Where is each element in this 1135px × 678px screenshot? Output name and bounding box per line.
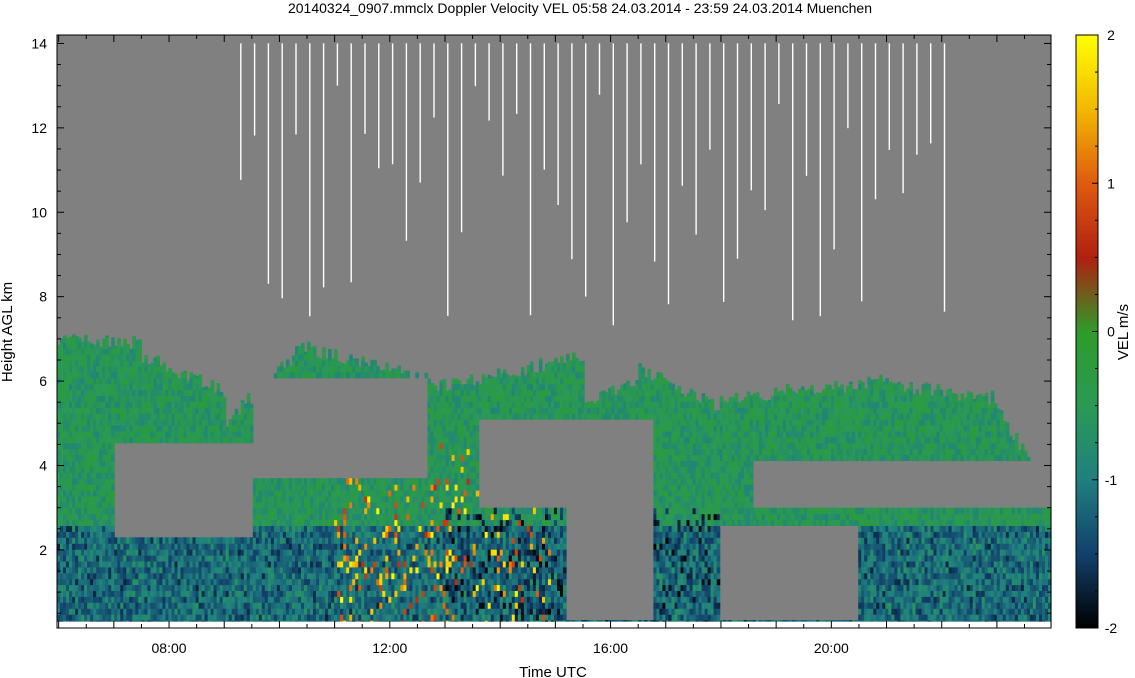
colorbar-tick-label: 2 [1107,27,1115,43]
y-tick-label: 6 [39,373,47,389]
plot-area [56,34,1052,629]
x-axis-label: Time UTC [519,664,587,678]
y-tick-label: 12 [31,120,47,136]
y-tick-label: 2 [39,542,47,558]
y-tick-label: 14 [31,35,47,51]
colorbar: 2 1 0 -1 -2 [1075,27,1118,636]
colorbar-tick-label: -2 [1105,620,1118,636]
x-tick-label: 20:00 [814,640,849,656]
colorbar-tick-label: 1 [1107,175,1115,191]
x-tick-label: 16:00 [593,640,628,656]
y-axis-label: Height AGL km [0,282,16,382]
y-tick-label: 4 [39,458,47,474]
colorbar-label: VEL m/s [1115,304,1132,360]
colorbar-tick-label: -1 [1105,472,1118,488]
radar-velocity-figure: 20140324_0907.mmclx Doppler Velocity VEL… [0,0,1132,678]
x-tick-label: 08:00 [152,640,187,656]
ground-strip [57,621,1051,628]
chart-title: 20140324_0907.mmclx Doppler Velocity VEL… [288,0,872,16]
x-tick-label: 12:00 [372,640,407,656]
colorbar-tick-label: 0 [1107,324,1115,340]
y-tick-label: 8 [39,289,47,305]
y-tick-label: 10 [31,204,47,220]
